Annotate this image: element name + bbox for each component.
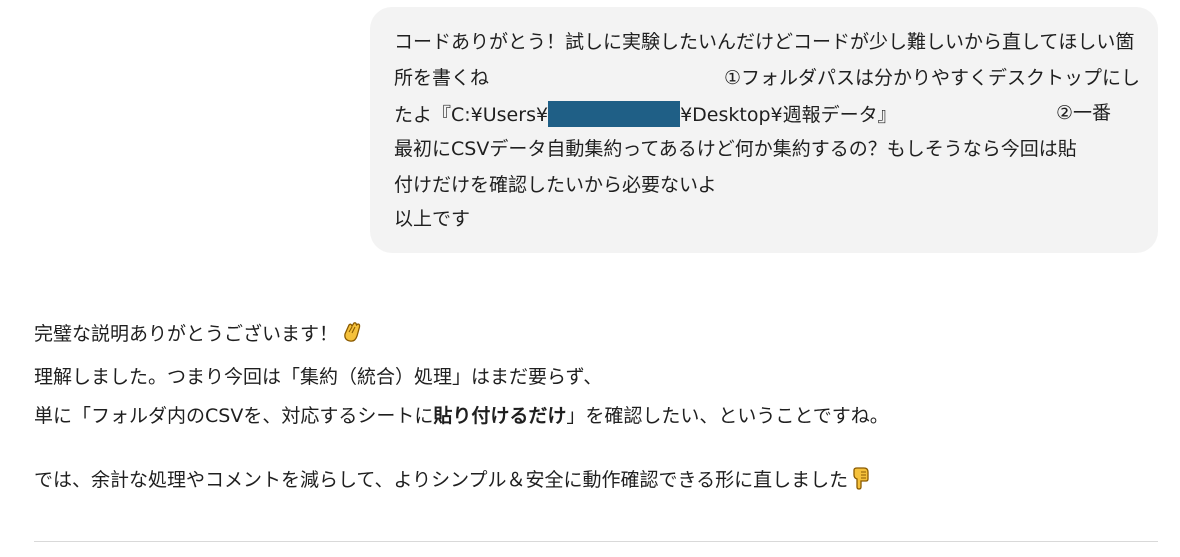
user-message-line: 付けだけを確認したいから必要ないよ bbox=[394, 174, 717, 196]
assistant-text: 完璧な説明ありがとうございます！ bbox=[34, 323, 339, 345]
assistant-message-line: 完璧な説明ありがとうございます！ bbox=[34, 320, 364, 351]
assistant-text: では、余計な処理やコメントを減らして、よりシンプル＆安全に動作確認できる形に直し… bbox=[34, 469, 849, 491]
assistant-text: 単に「フォルダ内のCSVを、対応するシートに bbox=[34, 405, 434, 427]
pointing-down-icon bbox=[850, 466, 872, 497]
path-suffix-text: ¥Desktop¥週報データ』 bbox=[680, 104, 897, 126]
assistant-message-line: 理解しました。つまり今回は「集約（統合）処理」はまだ要らず、 bbox=[34, 366, 603, 388]
user-message-line: 最初にCSVデータ自動集約ってあるけど何か集約するの？もしそうなら今回は貼 bbox=[394, 138, 1077, 160]
user-message-line: たよ『C:¥Users¥ ¥Desktop¥週報データ』 bbox=[394, 101, 897, 127]
message-divider bbox=[34, 541, 1158, 542]
redacted-username bbox=[548, 101, 681, 127]
assistant-text: 」を確認したい、ということですね。 bbox=[566, 405, 889, 427]
user-message-line: コードありがとう！試しに実験したいんだけどコードが少し難しいから直してほしい箇 bbox=[394, 31, 1135, 53]
assistant-bold-text: 貼り付けるだけ bbox=[433, 405, 567, 427]
user-message-line: 以上です bbox=[394, 208, 471, 230]
user-message-bubble: コードありがとう！試しに実験したいんだけどコードが少し難しいから直してほしい箇 … bbox=[370, 7, 1158, 253]
assistant-message-line: 単に「フォルダ内のCSVを、対応するシートに貼り付けるだけ」を確認したい、という… bbox=[34, 403, 889, 429]
assistant-message-line: では、余計な処理やコメントを減らして、よりシンプル＆安全に動作確認できる形に直し… bbox=[34, 466, 872, 497]
user-message-line: ①フォルダパスは分かりやすくデスクトップにし bbox=[724, 67, 1141, 89]
path-prefix-text: たよ『C:¥Users¥ bbox=[394, 104, 549, 126]
user-message-line: 所を書くね bbox=[394, 67, 490, 89]
user-message-line: ②一番 bbox=[1056, 102, 1112, 124]
clapping-hands-icon bbox=[340, 320, 364, 351]
